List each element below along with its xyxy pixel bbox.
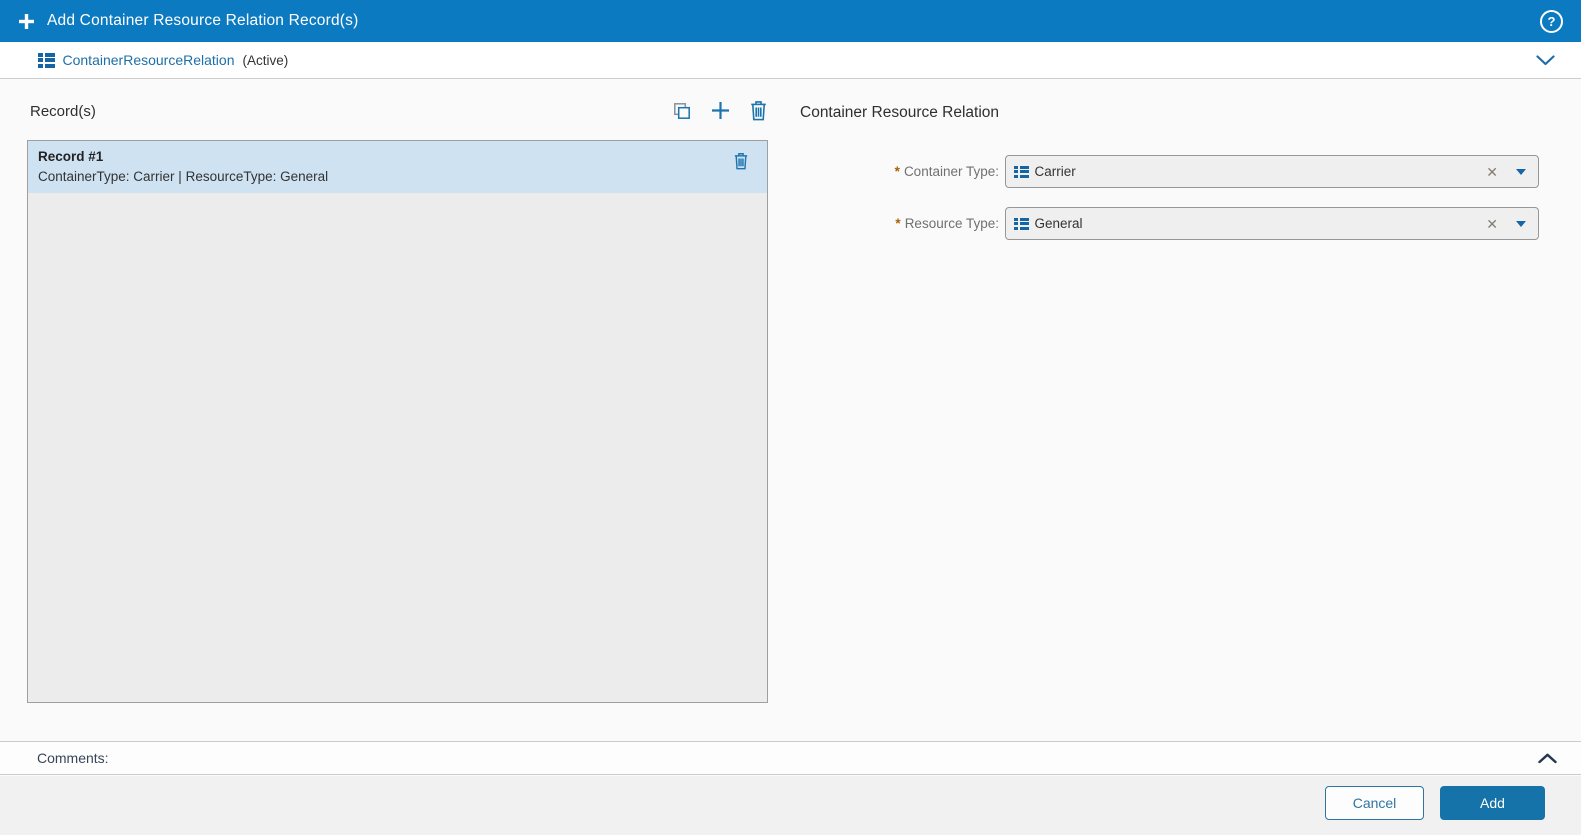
dropdown-arrow-icon[interactable]	[1516, 220, 1526, 227]
record-item-title: Record #1	[38, 149, 104, 164]
dialog-title: Add Container Resource Relation Record(s…	[47, 12, 359, 29]
record-list-item[interactable]: Record #1 ContainerType: Carrier | Resou…	[28, 141, 767, 194]
cancel-button[interactable]: Cancel	[1325, 786, 1424, 820]
container-type-label: * Container Type:	[894, 164, 999, 179]
container-type-combobox[interactable]: Carrier ✕	[1005, 155, 1539, 188]
table-status: (Active)	[242, 52, 289, 68]
clear-icon[interactable]: ✕	[1486, 165, 1498, 179]
record-list: Record #1 ContainerType: Carrier | Resou…	[27, 140, 768, 703]
collapse-chevron-down-icon[interactable]	[1536, 54, 1561, 66]
help-icon[interactable]: ?	[1540, 9, 1563, 33]
field-row-resource-type: * Resource Type: General ✕	[800, 207, 1545, 240]
field-row-container-type: * Container Type: Carrier ✕	[800, 155, 1545, 188]
resource-type-combobox[interactable]: General ✕	[1005, 207, 1539, 240]
dialog-titlebar: Add Container Resource Relation Record(s…	[0, 0, 1581, 42]
add-plus-icon	[18, 13, 35, 30]
dropdown-arrow-icon[interactable]	[1516, 168, 1526, 175]
table-icon	[1014, 217, 1029, 230]
required-marker: *	[894, 164, 900, 179]
comments-bar: Comments:	[0, 741, 1581, 775]
table-name-link[interactable]: ContainerResourceRelation	[63, 52, 235, 68]
container-type-value: Carrier	[1034, 164, 1076, 179]
add-record-icon[interactable]	[710, 100, 731, 121]
add-button[interactable]: Add	[1440, 786, 1545, 820]
resource-type-value: General	[1034, 216, 1083, 231]
resource-type-label: * Resource Type:	[895, 216, 999, 231]
table-icon	[1014, 165, 1029, 178]
dialog-content: Record(s) Record #1 ContainerType: Carri…	[0, 80, 1581, 741]
record-item-summary: ContainerType: Carrier | ResourceType: G…	[38, 168, 329, 184]
records-toolbar	[672, 100, 768, 121]
clear-icon[interactable]: ✕	[1486, 217, 1498, 231]
detail-panel-title: Container Resource Relation	[800, 104, 1000, 121]
delete-item-icon[interactable]	[733, 152, 749, 170]
comments-collapse-chevron-up-icon[interactable]	[1538, 753, 1561, 764]
table-subheader: ContainerResourceRelation (Active)	[0, 42, 1581, 79]
table-icon	[38, 52, 55, 68]
required-marker: *	[895, 216, 901, 231]
delete-record-icon[interactable]	[749, 100, 768, 121]
records-panel-title: Record(s)	[30, 103, 96, 120]
copy-record-icon[interactable]	[672, 101, 692, 121]
comments-label: Comments:	[37, 750, 109, 766]
dialog-footer: Cancel Add	[0, 776, 1581, 835]
